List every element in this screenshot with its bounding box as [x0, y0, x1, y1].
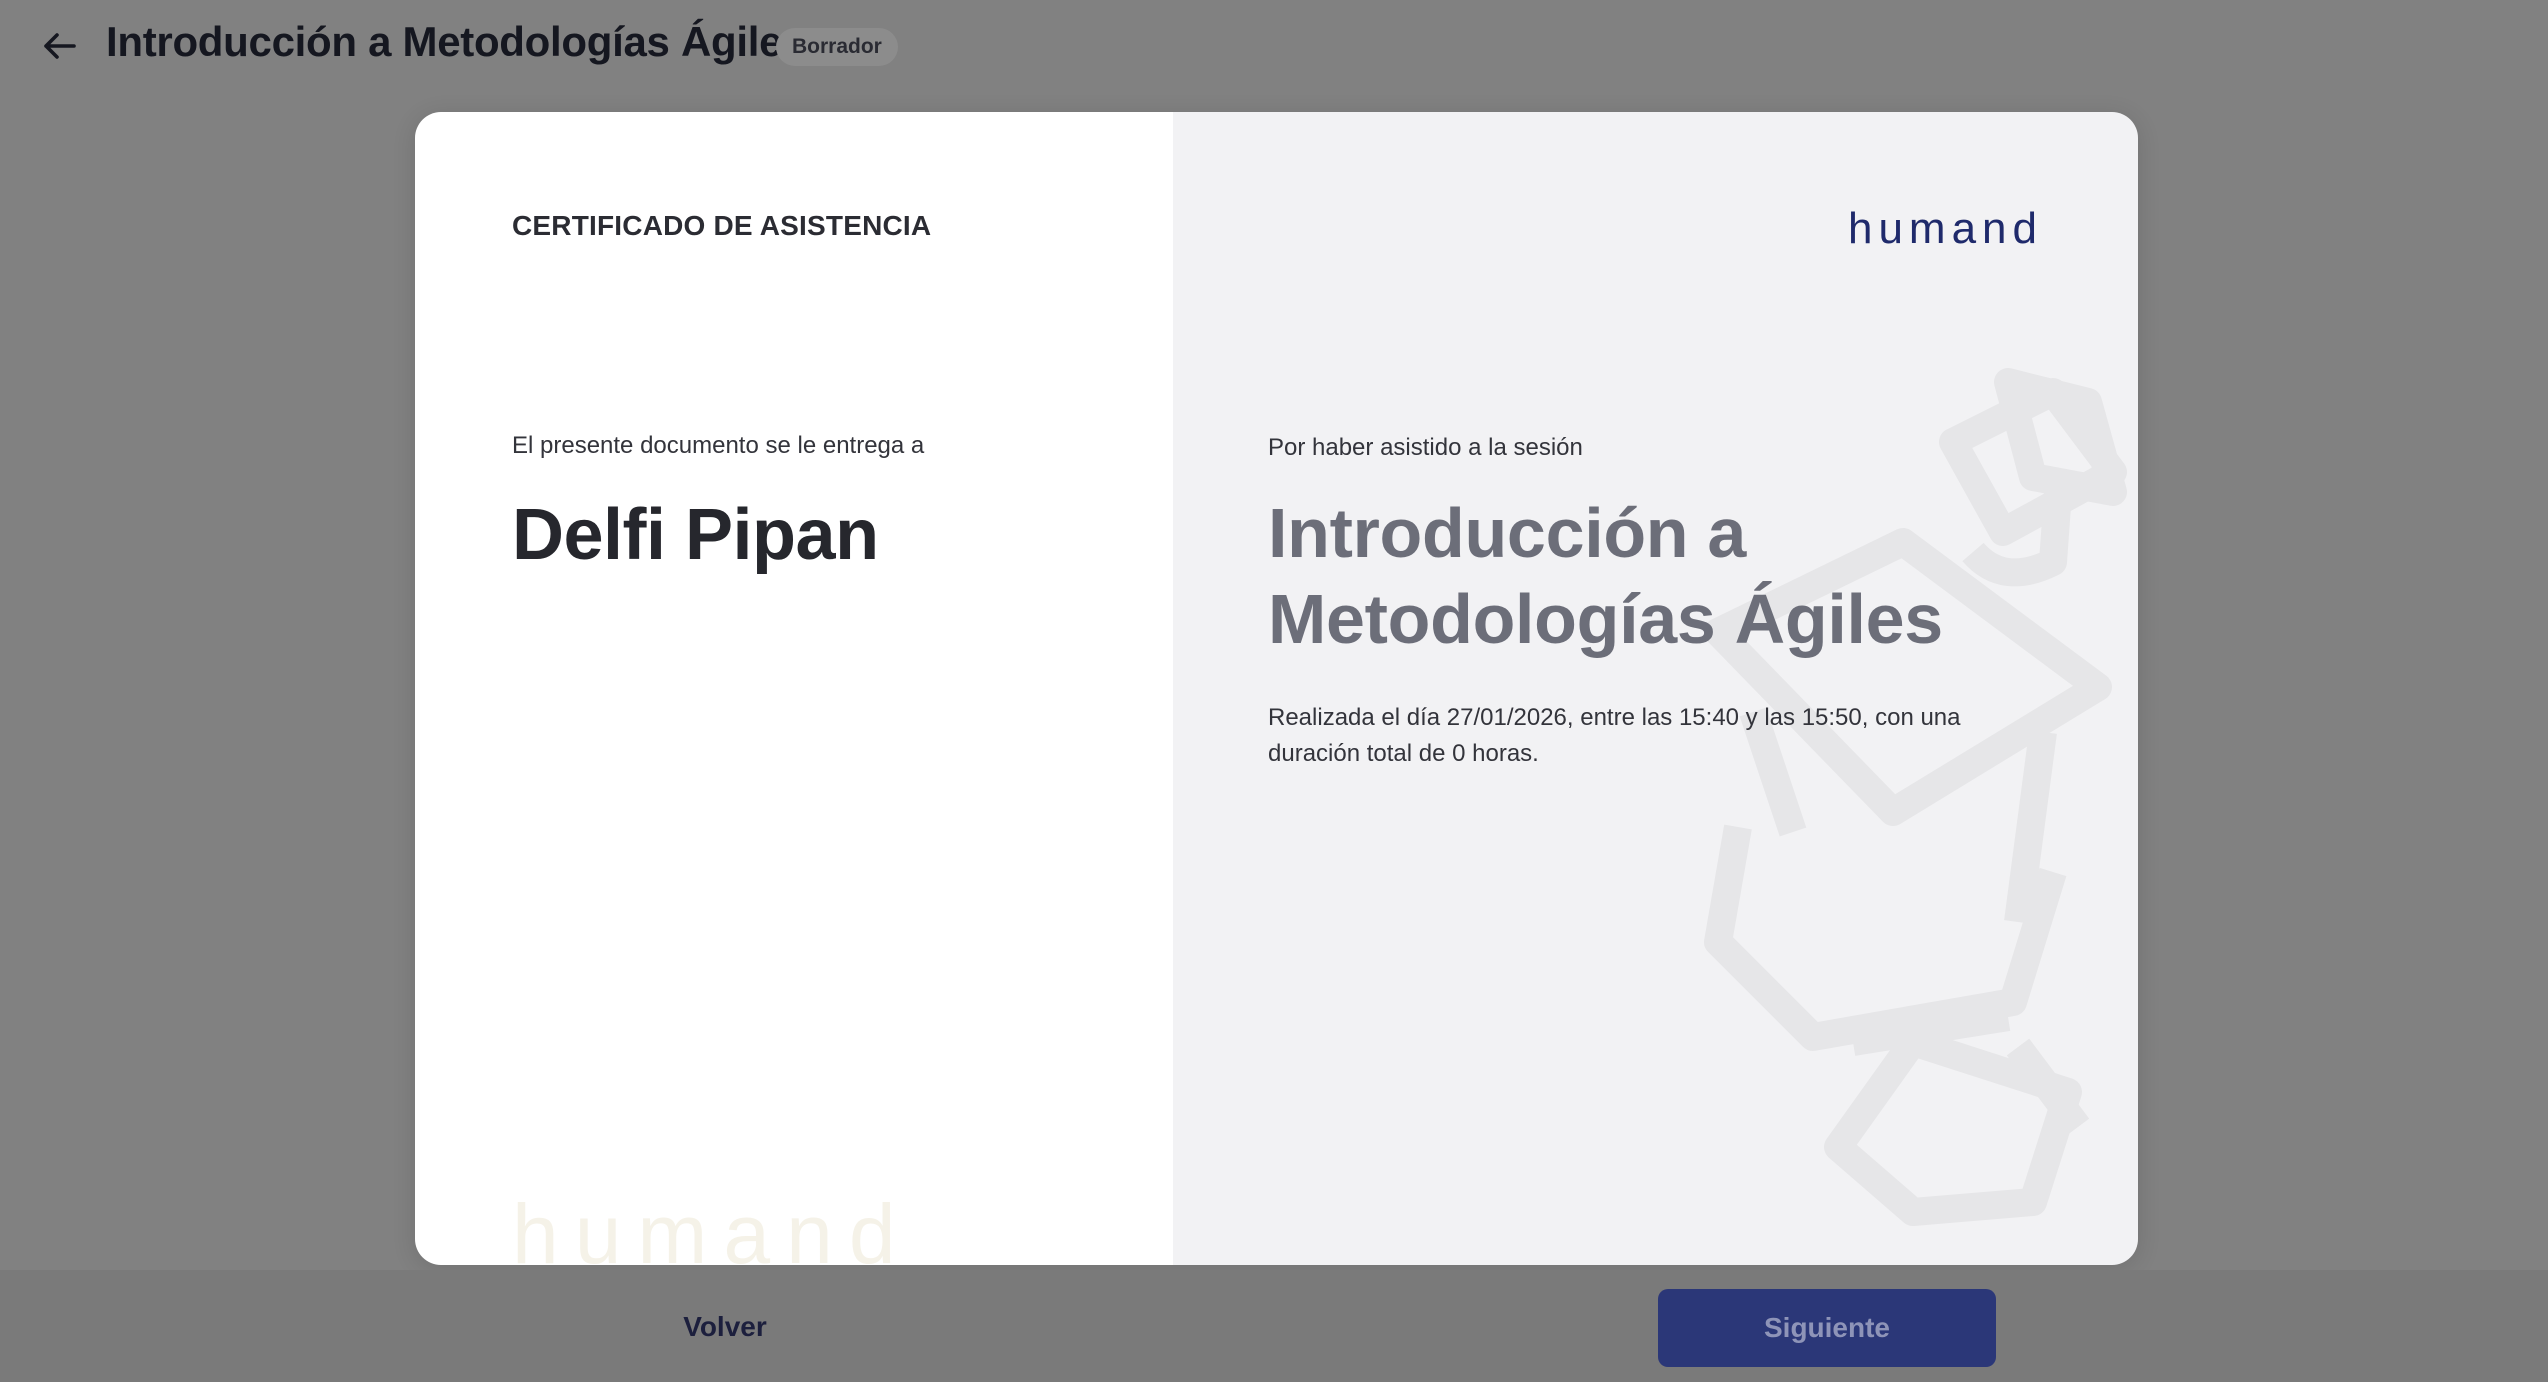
session-details: Realizada el día 27/01/2026, entre las 1… — [1268, 704, 1961, 767]
watermark-logo: humand — [512, 1187, 912, 1265]
siguiente-button[interactable]: Siguiente — [1658, 1289, 1996, 1367]
presented-to-text: El presente documento se le entrega a — [512, 432, 925, 459]
page-header: Introducción a Metodologías Ágiles Borra… — [0, 0, 2548, 100]
footer-bar — [0, 1270, 2548, 1382]
session-title: Introducción a Metodologías Ágiles — [1268, 494, 1943, 658]
attended-text: Por haber asistido a la sesión — [1268, 434, 1583, 461]
brand-logo: humand — [1847, 204, 2043, 253]
arrow-left-icon — [44, 33, 76, 59]
certificate-right-panel: humand Por haber asistido a la sesión In… — [1173, 112, 2138, 1265]
certificate-left-panel: CERTIFICADO DE ASISTENCIA El presente do… — [415, 112, 1173, 1265]
back-button[interactable] — [36, 26, 82, 66]
certificate-heading: CERTIFICADO DE ASISTENCIA — [512, 210, 932, 241]
page-title: Introducción a Metodologías Ágiles — [106, 18, 806, 65]
graduation-cap-icon — [1704, 368, 2127, 1226]
recipient-name: Delfi Pipan — [512, 495, 879, 575]
status-badge: Borrador — [776, 28, 898, 66]
certificate-preview-screen: Introducción a Metodologías Ágiles Borra… — [0, 0, 2548, 1382]
certificate-card: CERTIFICADO DE ASISTENCIA El presente do… — [415, 112, 2138, 1265]
volver-button[interactable]: Volver — [640, 1292, 810, 1362]
